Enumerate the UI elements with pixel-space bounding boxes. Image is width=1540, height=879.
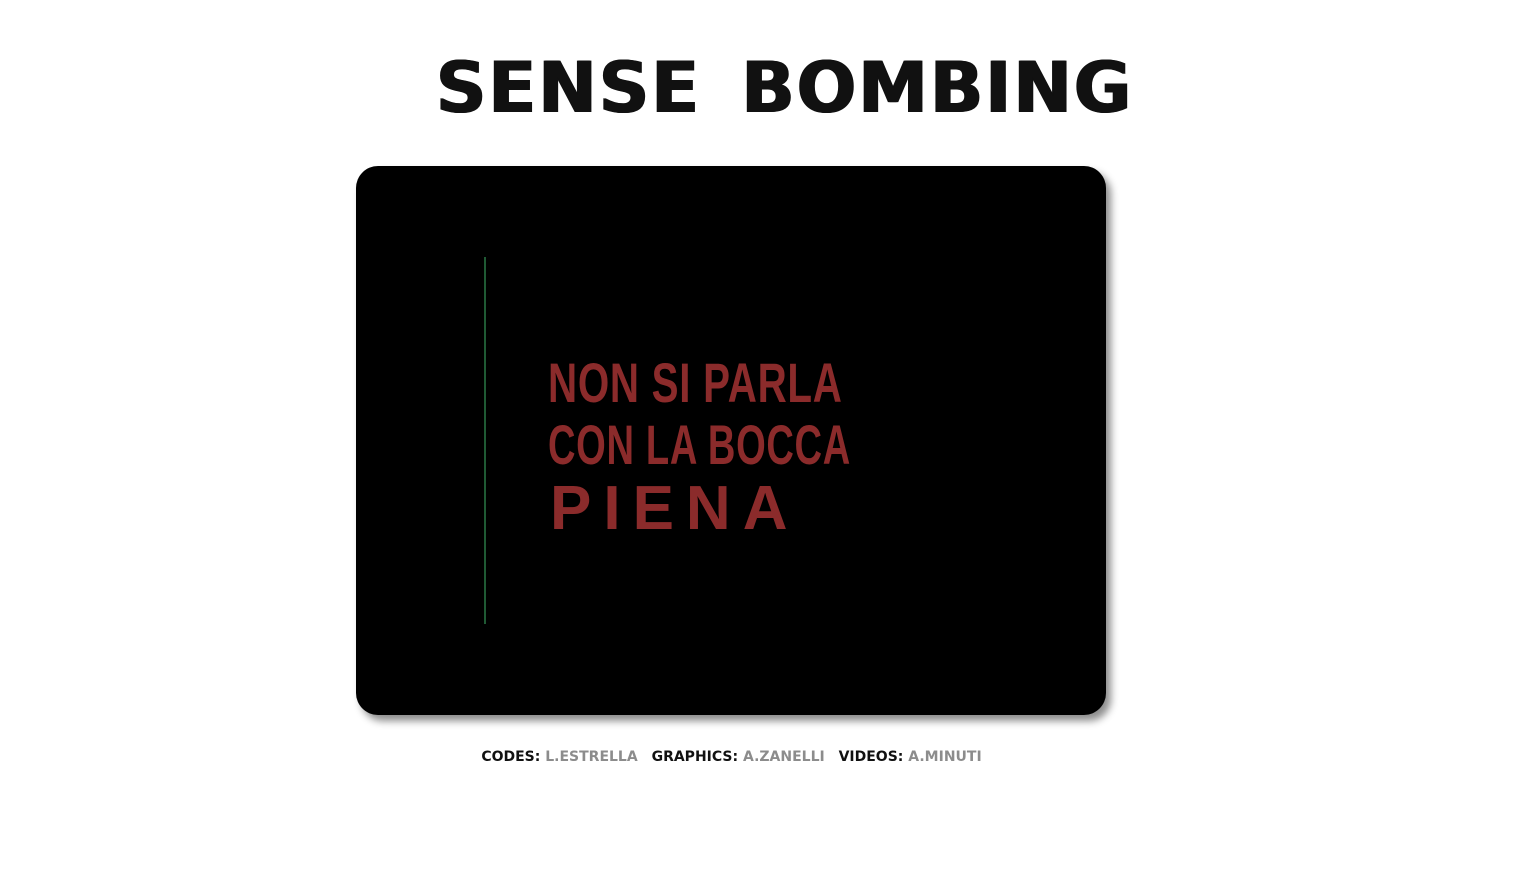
graphics-label: GRAPHICS:	[651, 749, 739, 765]
site-title: SENSE BOMBING	[436, 47, 1134, 129]
page: SENSE BOMBING NON SI PARLA CON LA BOCCA …	[0, 0, 1540, 879]
videos-label: VIDEOS:	[838, 749, 904, 765]
frame-text-line-2: CON LA BOCCA	[548, 413, 851, 476]
frame-text-line-3: PIENA	[550, 474, 800, 543]
frame-text-line-1: NON SI PARLA	[548, 351, 843, 414]
codes-label: CODES:	[481, 749, 541, 765]
playhead-line	[484, 257, 486, 624]
credits-footer: CODES: L.ESTRELLA GRAPHICS: A.ZANELLI VI…	[0, 746, 1472, 768]
codes-author-link[interactable]: L.ESTRELLA	[545, 749, 637, 765]
videos-author-link[interactable]: A.MINUTI	[908, 749, 981, 765]
graphics-author-link[interactable]: A.ZANELLI	[743, 749, 825, 765]
video-player[interactable]: NON SI PARLA CON LA BOCCA PIENA	[356, 166, 1106, 715]
video-frame-text: NON SI PARLA CON LA BOCCA PIENA	[548, 352, 948, 542]
